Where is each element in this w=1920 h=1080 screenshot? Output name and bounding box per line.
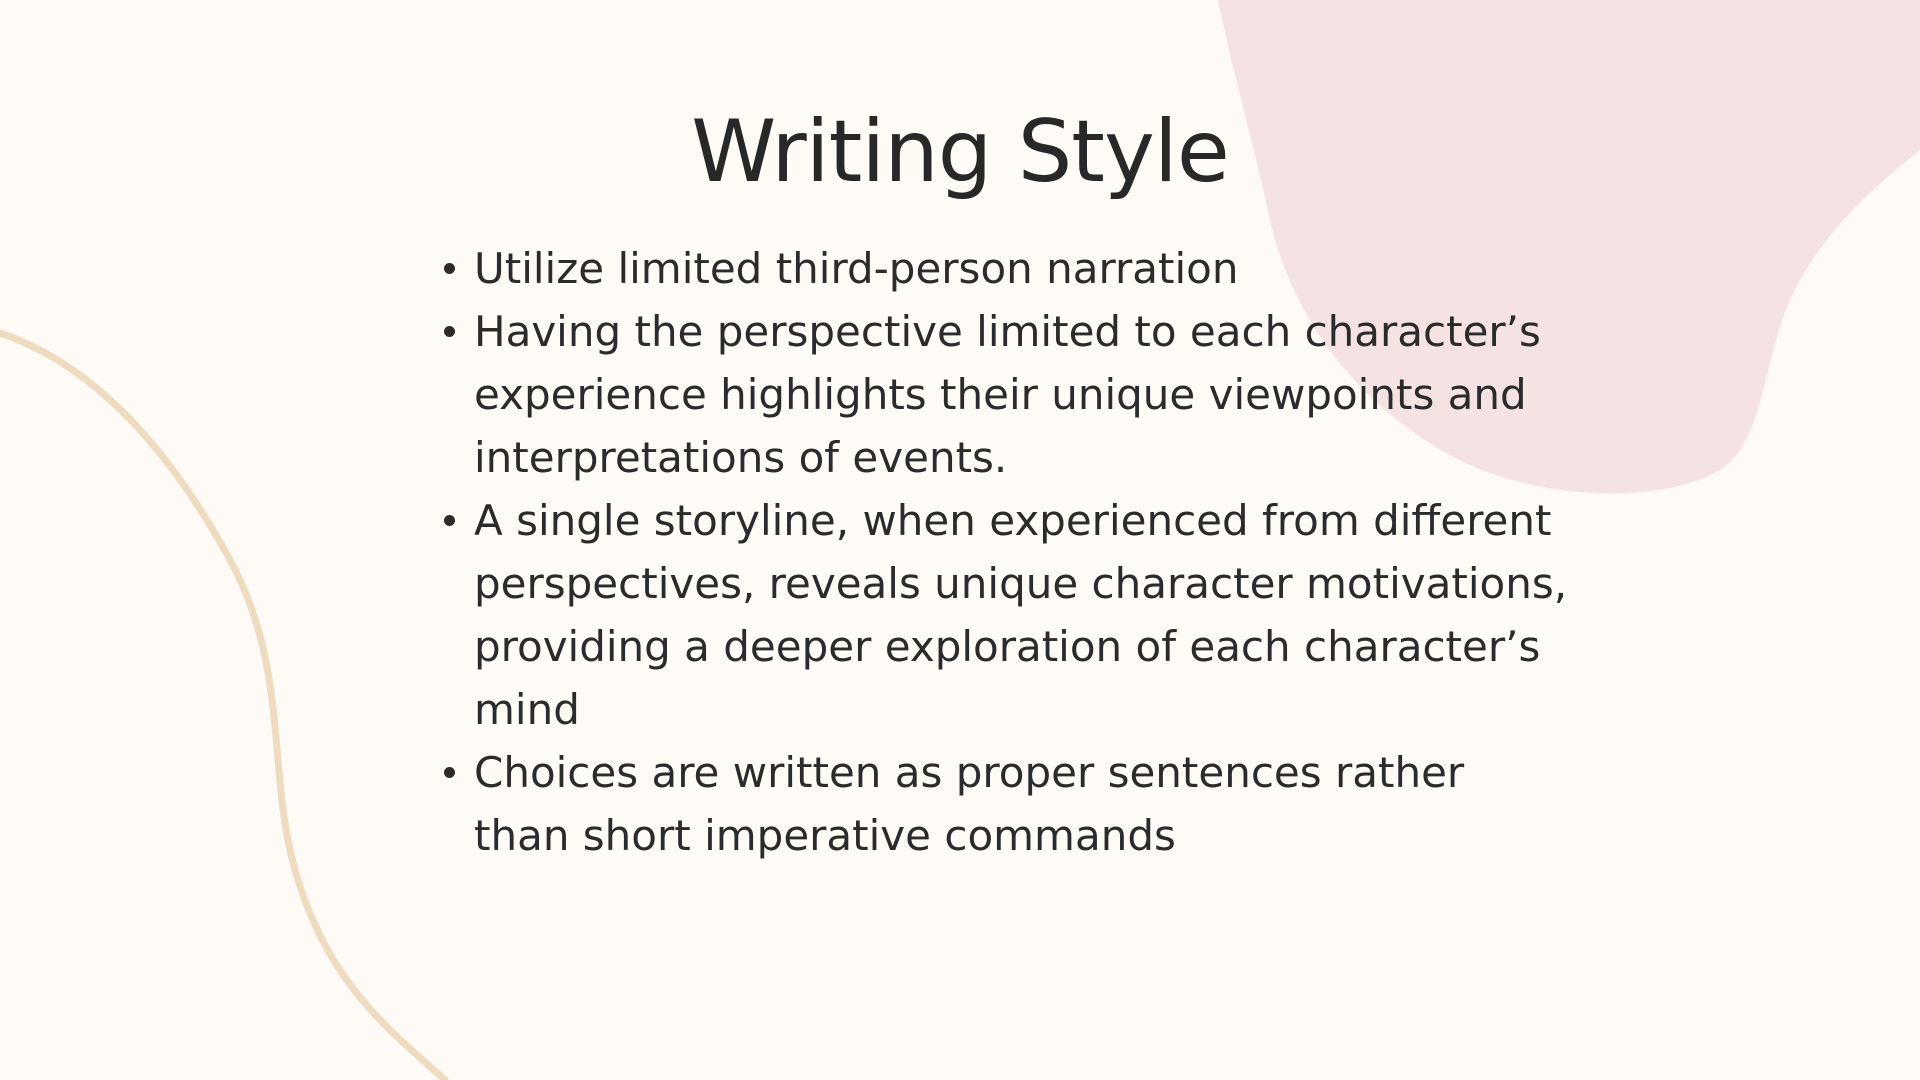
bullet-dot-icon (444, 767, 455, 778)
bullet-text: Having the perspective limited to each c… (474, 307, 1541, 482)
bullet-item: Utilize limited third-person narration (438, 237, 1568, 300)
bullet-dot-icon (444, 515, 455, 526)
bullet-dot-icon (444, 263, 455, 274)
bullet-text: Utilize limited third-person narration (474, 244, 1239, 293)
bullet-item: Choices are written as proper sentences … (438, 741, 1568, 867)
slide-title: Writing Style (691, 102, 1229, 202)
bullet-list: Utilize limited third-person narration H… (438, 237, 1568, 867)
bullet-text: Choices are written as proper sentences … (474, 748, 1465, 860)
beige-curve-line (0, 329, 449, 1080)
bullet-item: A single storyline, when experienced fro… (438, 489, 1568, 741)
bullet-dot-icon (444, 326, 455, 337)
bullet-text: A single storyline, when experienced fro… (474, 496, 1568, 734)
bullet-item: Having the perspective limited to each c… (438, 300, 1568, 489)
slide: Writing Style Utilize limited third-pers… (0, 0, 1920, 1080)
